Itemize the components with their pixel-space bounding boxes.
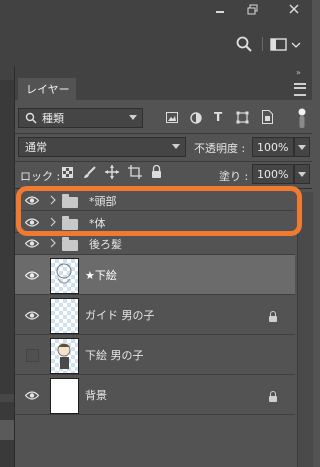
filter-kind-dropdown[interactable]: 種類 xyxy=(18,108,143,128)
adjustment-filter-icon[interactable] xyxy=(190,112,202,124)
collapse-icon[interactable]: » xyxy=(296,69,306,77)
layer-group-row[interactable]: *体 xyxy=(15,211,295,233)
layers-scrollbar[interactable] xyxy=(297,192,313,467)
adjacent-panel-strip xyxy=(0,66,15,467)
folder-icon xyxy=(62,194,78,208)
layer-name: 後ろ髪 xyxy=(89,238,122,251)
minimize-icon[interactable] xyxy=(206,0,234,18)
eye-icon[interactable] xyxy=(25,271,39,280)
panel-menu-icon[interactable] xyxy=(294,83,306,96)
eye-icon[interactable] xyxy=(25,239,39,248)
options-toolbar xyxy=(0,22,312,67)
layer-row[interactable]: ガイド 男の子 xyxy=(15,295,295,335)
layer-row[interactable]: 下絵 男の子 xyxy=(15,335,295,375)
filter-toggle[interactable] xyxy=(297,108,307,128)
layer-thumbnail xyxy=(50,298,79,334)
toolbar-divider xyxy=(262,37,263,51)
lock-icon xyxy=(269,391,277,402)
layer-row-selected[interactable]: ★下絵 xyxy=(15,255,295,295)
workspace-icon[interactable] xyxy=(270,38,302,51)
image-filter-icon[interactable] xyxy=(166,112,178,123)
layer-thumbnail xyxy=(50,258,79,294)
layer-name: ガイド 男の子 xyxy=(85,309,155,322)
layer-thumbnail xyxy=(50,338,79,374)
opacity-input[interactable]: 100% xyxy=(252,137,294,157)
layer-group-row[interactable]: 後ろ髪 xyxy=(15,233,295,255)
opacity-slider-toggle[interactable] xyxy=(294,137,310,157)
lock-artboard-icon[interactable] xyxy=(128,165,142,179)
layer-name: ★下絵 xyxy=(85,269,117,282)
eye-icon[interactable] xyxy=(25,311,39,320)
filter-kind-label: 種類 xyxy=(42,112,64,125)
divider xyxy=(15,161,312,162)
lock-icon xyxy=(269,311,277,322)
fill-slider-toggle[interactable] xyxy=(294,164,310,184)
divider xyxy=(15,133,312,134)
search-icon xyxy=(25,112,37,124)
fill-input[interactable]: 100% xyxy=(252,164,294,184)
chevron-right-icon[interactable] xyxy=(50,238,56,248)
lock-transparent-pixels-icon[interactable] xyxy=(62,167,73,178)
lock-image-pixels-icon[interactable] xyxy=(83,166,96,179)
eye-icon[interactable] xyxy=(25,196,39,205)
chevron-right-icon[interactable] xyxy=(50,217,56,227)
layer-group-row[interactable]: *頭部 xyxy=(15,189,295,211)
layer-name: *体 xyxy=(89,217,106,230)
restore-icon[interactable] xyxy=(238,0,266,18)
close-icon[interactable] xyxy=(280,0,308,18)
folder-icon xyxy=(62,216,78,230)
smartobject-filter-icon[interactable] xyxy=(262,110,273,124)
opacity-label: 不透明度 : xyxy=(194,142,246,155)
eye-icon[interactable] xyxy=(25,391,39,400)
layer-name: 下絵 男の子 xyxy=(85,349,144,362)
search-icon[interactable] xyxy=(236,36,252,52)
folder-icon xyxy=(62,237,78,251)
lock-position-icon[interactable] xyxy=(105,165,119,179)
chevron-right-icon[interactable] xyxy=(50,195,56,205)
type-filter-icon[interactable]: T xyxy=(214,110,226,124)
lock-label: ロック : xyxy=(20,170,61,183)
layer-row[interactable]: 背景 xyxy=(15,375,295,415)
blend-mode-dropdown[interactable]: 通常 xyxy=(18,137,186,157)
shape-filter-icon[interactable] xyxy=(236,111,249,124)
fill-label: 塗り : xyxy=(219,170,249,183)
blend-mode-label: 通常 xyxy=(25,141,47,154)
visibility-toggle-empty[interactable] xyxy=(26,349,39,362)
layer-name: *頭部 xyxy=(89,195,117,208)
tab-layers[interactable]: レイヤー xyxy=(18,78,76,100)
eye-icon[interactable] xyxy=(25,218,39,227)
lock-all-icon[interactable] xyxy=(151,164,162,178)
layer-name: 背景 xyxy=(85,389,107,402)
layer-thumbnail xyxy=(50,378,79,414)
